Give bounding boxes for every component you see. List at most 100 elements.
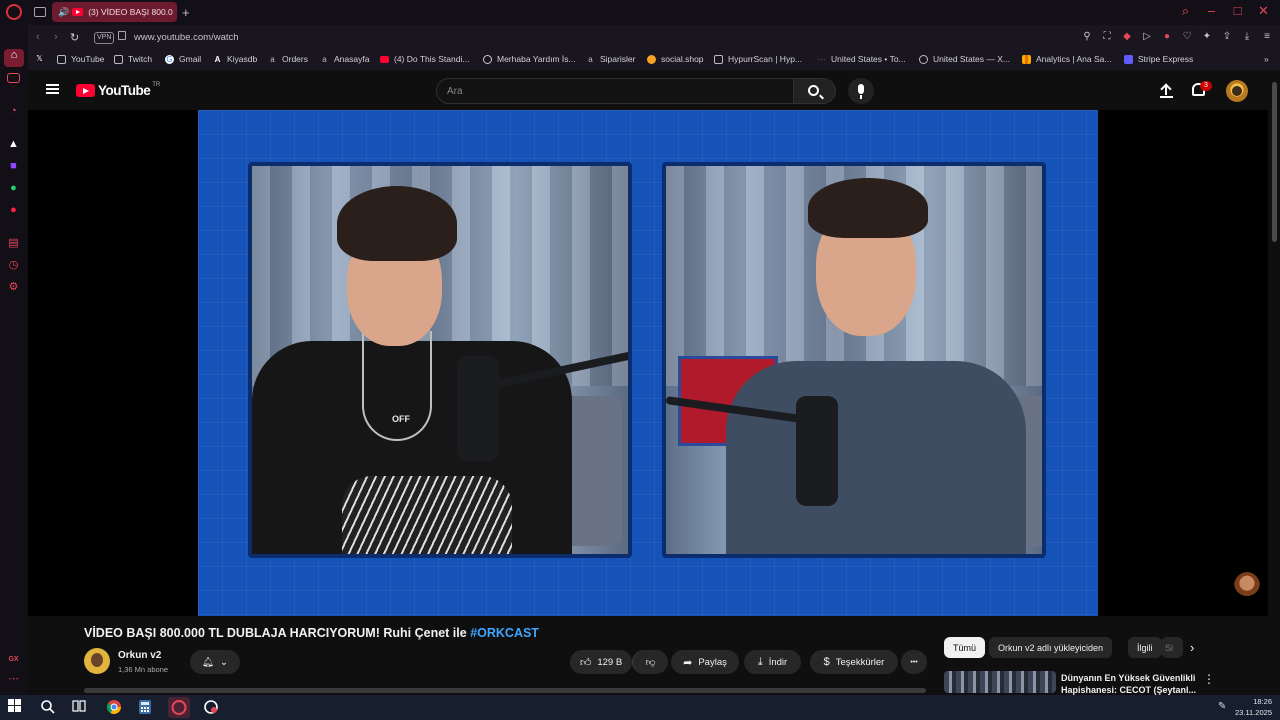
more-sidebar-icon[interactable]: ⋯ [7,673,20,686]
new-tab-button[interactable]: + [182,5,190,20]
history-icon[interactable]: ◷ [7,259,20,272]
bookmark-item[interactable]: HypurrScan | Hyp... [714,54,802,64]
recommended-thumbnail[interactable] [944,671,1056,693]
chrome-icon[interactable] [106,699,123,716]
shield-icon[interactable]: ◆ [1122,30,1132,43]
snapshot-icon[interactable]: ⛶ [1102,30,1112,43]
heart-icon[interactable]: ♡ [1182,30,1192,43]
video-panel-left: OFF [248,162,632,558]
record-icon[interactable]: ● [1162,30,1172,43]
channel-name[interactable]: Orkun v2 [118,650,161,661]
bookmark-item[interactable]: A Kiyasdb [213,54,258,64]
video-player-area[interactable]: OFF [28,110,1268,616]
bookmark-item[interactable]: Stripe Express [1124,54,1193,64]
channel-avatar[interactable] [84,648,110,674]
menu-icon[interactable]: ≡ [1262,30,1272,43]
search-icon[interactable] [40,699,57,716]
channel-watermark[interactable] [1234,572,1260,600]
minimize-button[interactable]: – [1205,4,1218,18]
aria-icon[interactable]: ▲ [7,138,20,151]
download-button[interactable]: ⤓ İndir [744,650,801,674]
thanks-button[interactable]: $ Teşekkürler [810,650,898,674]
reload-icon[interactable]: ↻ [70,31,79,44]
youtube-icon [380,55,389,63]
subscription-bell-button[interactable]: 🔔︎ ⌄ [190,650,240,674]
bookmark-item[interactable]: ··· United States • To... [817,54,906,64]
calculator-icon[interactable] [138,699,155,716]
bookmark-item[interactable]: social.shop [647,54,704,64]
system-clock[interactable]: 18:26 23.11.2025 [1235,696,1272,718]
back-icon[interactable]: ‹ [36,31,40,43]
notification-badge: 3 [1200,81,1212,91]
url-field[interactable]: www.youtube.com/watch [134,32,239,43]
bookmark-item[interactable]: United States — X... [919,54,1010,64]
hashtag-link[interactable]: #ORKCAST [470,626,539,640]
amazon-icon: a [322,54,327,64]
speed-dial-icon[interactable]: ◔ [7,105,20,118]
player-icon[interactable]: ▷ [1142,30,1152,43]
search-input[interactable]: Ara [436,78,794,104]
youtube-logo[interactable]: YouTube TR [76,82,160,98]
bookmark-item[interactable]: a Siparisler [586,54,635,64]
vpn-badge[interactable]: VPN [94,32,115,44]
more-actions-button[interactable]: ••• [901,650,927,674]
bookmarks-bar: 𝕏 YouTube Twitch G Gmail A Kiyasdb a Orders… [28,51,1280,70]
share-button[interactable]: ➦ Paylaş [671,650,739,674]
task-view-icon[interactable] [72,699,89,716]
workspaces-icon[interactable] [34,7,46,17]
create-upload-icon[interactable] [1160,83,1173,98]
opera-logo-icon[interactable] [6,4,22,20]
guide-menu-icon[interactable] [46,84,59,94]
account-avatar[interactable] [1226,80,1248,102]
speaker-icon[interactable]: 🔊 [58,7,69,18]
horizontal-scrollbar[interactable] [84,688,926,693]
whatsapp-icon[interactable]: ● [7,182,20,195]
similarweb-icon: ··· [817,54,826,64]
chip-all[interactable]: Tümü [944,637,986,658]
bookmarks-overflow-icon[interactable]: » [1264,54,1269,64]
pen-icon[interactable]: ✎ [1218,701,1226,712]
dislike-button[interactable]: 👎︎ [632,650,668,674]
search-tabs-icon[interactable]: ⌕ [1179,4,1192,18]
home-icon[interactable]: ⌂ [4,49,24,67]
youtube-music-icon[interactable]: ● [7,204,20,217]
close-window-button[interactable]: ✕ [1257,4,1270,18]
address-bar: ‹ › ↻ VPN www.youtube.com/watch ⚲ ⛶ ◆ ▷ … [28,25,1280,51]
windows-start-icon[interactable] [8,699,25,716]
pin-icon[interactable]: ⚲ [1082,30,1092,43]
pinboard-icon[interactable]: ▤ [7,237,20,250]
forward-icon[interactable]: › [54,31,58,43]
bookmark-item[interactable]: YouTube [57,54,104,64]
video-frame[interactable]: OFF [198,110,1098,616]
chip-partial[interactable]: Si [1161,637,1183,658]
browser-tab-youtube[interactable]: 🔊 (3) VİDEO BAŞI 800.0 [52,2,177,22]
bookmark-item[interactable]: a Anasayfa [320,54,369,64]
recommended-menu-icon[interactable]: ⋮ [1203,672,1215,686]
bookmark-item[interactable]: (4) Do This Standi... [380,54,469,64]
chip-related[interactable]: İlgili [1128,637,1162,658]
recommended-title[interactable]: Dünyanın En Yüksek Güvenlikli Hapishanes… [1061,672,1201,695]
download-icon[interactable]: ⤓ [1242,30,1252,43]
maximize-button[interactable]: □ [1231,4,1244,18]
easy-setup-icon[interactable]: ⇪ [1222,30,1232,43]
settings-icon[interactable]: ⚙ [7,281,20,294]
extensions-icon[interactable]: ✦ [1202,30,1212,43]
like-button[interactable]: 👍︎ 129 B [570,650,632,674]
bookmark-item[interactable]: a Orders [268,54,308,64]
chip-from-uploader[interactable]: Orkun v2 adlı yükleyiciden [989,637,1113,658]
gx-control-icon[interactable] [7,73,20,83]
opera-gx-taskbar-icon[interactable] [168,697,190,718]
steelseries-icon[interactable] [203,699,220,716]
chips-next-icon[interactable]: › [1190,640,1194,655]
voice-search-icon[interactable] [848,78,874,104]
thumbs-up-icon: 👍︎ [579,656,592,669]
bookmark-item[interactable]: Merhaba Yardım İs... [483,54,576,64]
bookmark-x[interactable]: 𝕏 [35,54,49,63]
bookmark-item[interactable]: Twitch [114,54,152,64]
twitch-icon[interactable]: ■ [7,160,20,173]
bookmark-item[interactable]: G Gmail [165,54,201,64]
lock-icon[interactable] [118,31,126,40]
search-button[interactable] [794,78,836,104]
page-scrollbar[interactable] [1269,70,1280,695]
bookmark-item[interactable]: Analytics | Ana Sa... [1022,54,1111,64]
